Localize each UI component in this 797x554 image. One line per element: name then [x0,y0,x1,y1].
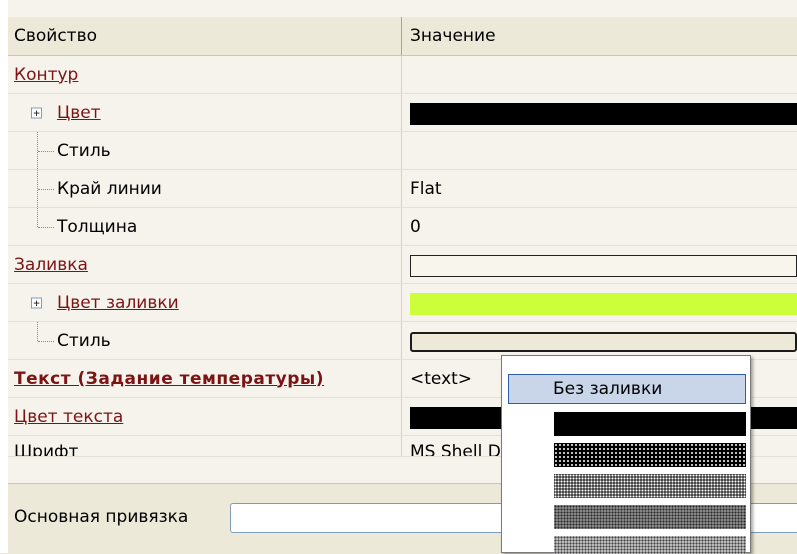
header-property[interactable]: Свойство [8,17,400,55]
property-label: Стиль [57,140,111,161]
category-row-fill[interactable]: Заливка [8,246,797,284]
property-row-style[interactable]: Стиль [8,132,797,170]
property-label[interactable]: Цвет заливки [57,293,179,313]
property-row-color[interactable]: + Цвет [8,94,797,132]
property-value[interactable] [401,94,797,131]
property-label: Край линии [57,178,162,199]
tree-line [37,322,39,341]
property-label: Шрифт [14,442,79,457]
category-value [401,56,797,93]
dropdown-option-solid[interactable] [554,412,746,436]
dropdown-option-no-fill[interactable]: Без заливки [508,374,746,404]
dropdown-option-dense-dots[interactable] [554,443,746,467]
property-row-line-end[interactable]: Край линии Flat [8,170,797,208]
property-value[interactable]: 0 [401,208,797,245]
property-label[interactable]: Цвет [57,103,101,123]
left-edge [0,0,8,553]
dropdown-option-lighter-dots[interactable] [554,536,746,554]
category-row-contour[interactable]: Контур [8,56,797,94]
tree-line [37,208,39,227]
property-value[interactable] [401,246,797,283]
color-swatch [410,103,797,125]
category-label[interactable]: Текст (Задание температуры) [14,369,324,389]
property-value[interactable]: Flat [401,170,797,207]
property-row-fill-color[interactable]: + Цвет заливки [8,284,797,322]
style-combo[interactable] [410,332,797,352]
tree-branch [38,150,54,153]
header-value[interactable]: Значение [401,17,797,55]
style-dropdown-trigger[interactable] [401,322,797,359]
category-label[interactable]: Цвет текста [14,407,123,427]
property-value[interactable] [401,284,797,321]
fill-swatch [410,255,797,277]
dropdown-option-light-dots[interactable] [554,505,746,529]
category-label[interactable]: Контур [14,65,78,85]
expand-icon[interactable]: + [31,297,42,308]
footer-label: Основная привязка [14,507,189,527]
tree-branch [38,188,54,191]
property-value[interactable] [401,132,797,169]
fill-style-dropdown[interactable]: Без заливки [501,355,751,554]
grid-header: Свойство Значение [8,17,797,56]
property-label: Толщина [57,216,138,237]
dropdown-option-medium-dots[interactable] [554,474,746,498]
property-label: Стиль [57,330,111,351]
color-swatch [410,293,797,315]
property-row-thickness[interactable]: Толщина 0 [8,208,797,246]
category-label[interactable]: Заливка [14,255,88,275]
tree-branch [38,226,54,229]
expand-icon[interactable]: + [31,107,42,118]
tree-branch [38,340,54,343]
